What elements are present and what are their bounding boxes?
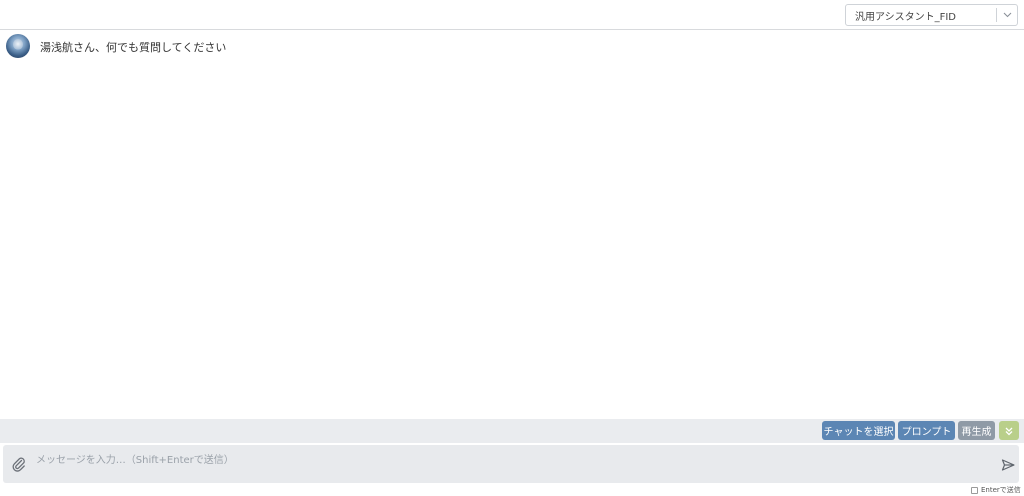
assistant-select-value: 汎用アシスタント_FID: [855, 11, 957, 23]
composer: [3, 445, 1019, 483]
regenerate-button[interactable]: 再生成: [958, 421, 995, 440]
assistant-avatar-icon: [6, 34, 30, 58]
double-chevron-down-icon: [1005, 427, 1013, 435]
assistant-select[interactable]: 汎用アシスタント_FID: [845, 4, 1018, 26]
message-input[interactable]: [36, 449, 976, 471]
message-area: 湯浅航さん、何でも質問してください: [0, 31, 1024, 419]
enter-to-send-label: Enterで送信: [981, 486, 1021, 494]
enter-to-send-checkbox[interactable]: [971, 486, 978, 494]
enter-to-send-toggle[interactable]: Enterで送信: [971, 485, 1021, 495]
prompt-button[interactable]: プロンプト: [898, 421, 955, 440]
expand-button[interactable]: [999, 421, 1019, 440]
send-icon[interactable]: [1000, 457, 1016, 473]
paperclip-icon[interactable]: [11, 456, 27, 472]
greeting-message: 湯浅航さん、何でも質問してください: [40, 41, 227, 54]
select-chat-button[interactable]: チャットを選択: [822, 421, 895, 440]
top-bar: 汎用アシスタント_FID: [0, 0, 1024, 30]
chevron-down-icon[interactable]: [997, 5, 1017, 25]
action-bar: チャットを選択 プロンプト 再生成: [0, 419, 1024, 443]
